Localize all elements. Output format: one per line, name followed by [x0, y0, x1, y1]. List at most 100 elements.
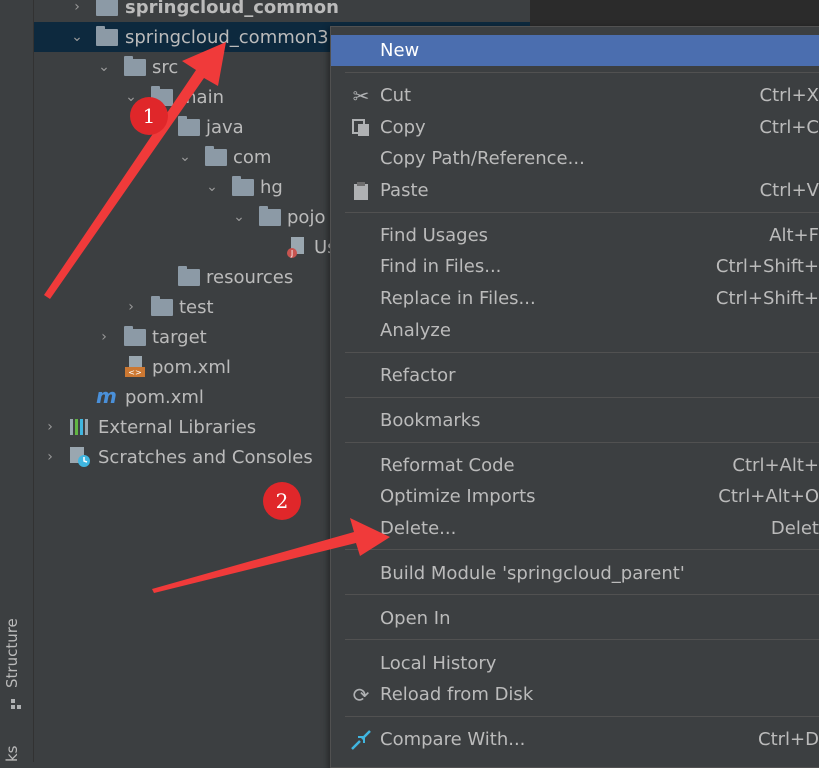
menu-item-shortcut: Alt+F [769, 225, 819, 246]
tree-item-label: pom.xml [125, 386, 204, 408]
menu-item-shortcut: Ctrl+Shift+ [715, 288, 819, 309]
context-menu: New › ✂ Cut Ctrl+X Copy Ctrl+C Copy Path… [330, 26, 819, 768]
structure-icon [10, 695, 22, 709]
tree-item-label: pom.xml [152, 356, 231, 378]
package-folder-icon [232, 176, 254, 197]
tree-item-label: test [179, 296, 214, 318]
chevron-down-icon[interactable]: ⌄ [178, 149, 192, 165]
menu-item-analyze[interactable]: Analyze › [331, 315, 819, 346]
compare-icon [349, 728, 373, 752]
menu-item-label: Build Module 'springcloud_parent' [380, 563, 685, 584]
menu-separator [345, 442, 819, 443]
menu-item-build-module[interactable]: Build Module 'springcloud_parent' [331, 558, 819, 589]
menu-item-cut[interactable]: ✂ Cut Ctrl+X [331, 80, 819, 111]
tree-item-label: src [152, 56, 179, 78]
menu-item-new[interactable]: New › [331, 35, 819, 66]
menu-item-local-history[interactable]: Local History › [331, 648, 819, 679]
menu-item-paste[interactable]: Paste Ctrl+V [331, 175, 819, 206]
chevron-right-icon[interactable]: › [43, 419, 57, 435]
menu-item-label: Reformat Code [380, 455, 515, 476]
menu-item-find-usages[interactable]: Find Usages Alt+F [331, 220, 819, 251]
menu-item-reload-from-disk[interactable]: ⟳ Reload from Disk [331, 679, 819, 710]
menu-item-shortcut: Ctrl+Alt+ [732, 455, 819, 476]
xml-file-icon: <> [124, 355, 146, 377]
folder-icon [124, 56, 146, 77]
java-class-icon: J [286, 235, 308, 258]
menu-item-delete[interactable]: Delete... Delet [331, 513, 819, 544]
chevron-right-icon[interactable]: › [43, 449, 57, 465]
tree-item-label: External Libraries [98, 416, 257, 438]
menu-item-label: Optimize Imports [380, 486, 536, 507]
menu-item-label: Find in Files... [380, 256, 502, 277]
menu-item-shortcut: Ctrl+X [759, 85, 819, 106]
menu-item-reformat-code[interactable]: Reformat Code Ctrl+Alt+ [331, 450, 819, 481]
bookmarks-tab[interactable]: ks [3, 745, 21, 762]
chevron-right-icon[interactable]: › [70, 0, 84, 15]
chevron-right-icon[interactable]: › [124, 299, 138, 315]
annotation-badge-2: 2 [263, 482, 301, 520]
menu-item-bookmarks[interactable]: Bookmarks › [331, 405, 819, 436]
menu-item-replace-in-files[interactable]: Replace in Files... Ctrl+Shift+ [331, 283, 819, 314]
menu-item-shortcut: Ctrl+C [759, 117, 819, 138]
tree-item-label: main [179, 86, 224, 108]
menu-item-shortcut: Ctrl+Shift+ [715, 256, 819, 277]
scratches-icon [69, 446, 91, 467]
folder-icon [124, 326, 146, 347]
scissors-icon: ✂ [352, 83, 370, 108]
svg-text:J: J [290, 249, 293, 258]
folder-icon [151, 296, 173, 317]
source-folder-icon [178, 116, 200, 137]
menu-separator [345, 549, 819, 550]
menu-item-open-in[interactable]: Open In › [331, 603, 819, 634]
chevron-down-icon[interactable]: ⌄ [97, 59, 111, 75]
tree-item-label: resources [206, 266, 294, 288]
chevron-down-icon[interactable]: ⌄ [232, 209, 246, 225]
menu-item-label: Refactor [380, 365, 456, 386]
menu-item-find-in-files[interactable]: Find in Files... Ctrl+Shift+ [331, 251, 819, 282]
tree-item-label: springcloud_common3 [125, 26, 329, 48]
menu-item-shortcut: Ctrl+Alt+O [718, 486, 819, 507]
tree-item-label: hg [260, 176, 283, 198]
menu-item-copy[interactable]: Copy Ctrl+C [331, 112, 819, 143]
menu-item-label: Paste [380, 180, 429, 201]
menu-separator [345, 72, 819, 73]
package-folder-icon [205, 146, 227, 167]
libraries-icon [69, 417, 91, 437]
menu-separator [345, 639, 819, 640]
package-folder-icon [259, 206, 281, 227]
menu-separator [345, 397, 819, 398]
menu-item-label: Bookmarks [380, 410, 481, 431]
menu-item-label: New [380, 40, 420, 61]
menu-item-label: Replace in Files... [380, 288, 536, 309]
module-folder-icon [96, 26, 118, 47]
tree-item-label: com [233, 146, 272, 168]
menu-separator [345, 212, 819, 213]
chevron-down-icon[interactable]: ⌄ [205, 179, 219, 195]
chevron-down-icon[interactable]: ⌄ [70, 29, 84, 45]
menu-item-label: Delete... [380, 518, 457, 539]
tree-item-label: springcloud_common [125, 0, 339, 18]
menu-item-label: Copy Path/Reference... [380, 148, 585, 169]
svg-text:<>: <> [128, 368, 141, 377]
tree-item-label: pojo [287, 206, 326, 228]
menu-item-refactor[interactable]: Refactor › [331, 360, 819, 391]
maven-icon: m [96, 384, 117, 408]
menu-item-compare-with[interactable]: Compare With... Ctrl+D [331, 724, 819, 755]
chevron-right-icon[interactable]: › [97, 329, 111, 345]
menu-item-label: Copy [380, 117, 426, 138]
menu-item-copy-path[interactable]: Copy Path/Reference... [331, 143, 819, 174]
menu-item-optimize-imports[interactable]: Optimize Imports Ctrl+Alt+O [331, 481, 819, 512]
menu-item-label: Analyze [380, 320, 451, 341]
resources-folder-icon [178, 266, 200, 287]
tree-item[interactable]: › springcloud_common [34, 0, 534, 22]
menu-item-label: Compare With... [380, 729, 526, 750]
reload-icon: ⟳ [352, 682, 370, 707]
copy-icon [349, 116, 373, 140]
menu-item-label: Cut [380, 85, 412, 106]
menu-item-shortcut: Ctrl+D [758, 729, 819, 750]
menu-item-shortcut: Delet [770, 518, 819, 539]
left-tool-strip: Structure ks [0, 0, 34, 762]
menu-item-label: Local History [380, 653, 497, 674]
structure-tab[interactable]: Structure [3, 618, 21, 688]
menu-item-label: Reload from Disk [380, 684, 534, 705]
